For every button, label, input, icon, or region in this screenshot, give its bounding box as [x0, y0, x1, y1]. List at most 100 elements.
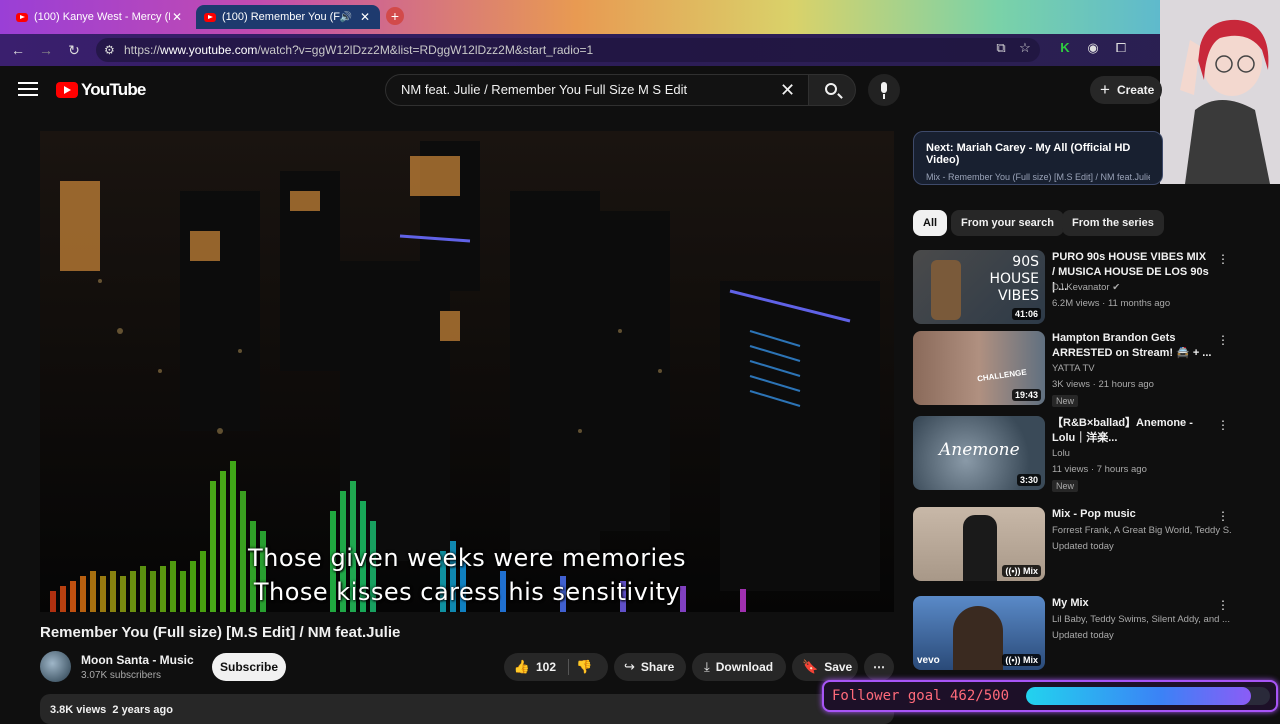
thumbnail-text: 90S HOUSE VIBES	[989, 254, 1039, 304]
bookmark-star-icon[interactable]: ☆	[1016, 40, 1034, 56]
browser-tab-kanye[interactable]: (100) Kanye West - Mercy (Expli ✕	[8, 5, 192, 29]
channel-name[interactable]: YATTA TV	[1052, 363, 1232, 374]
thumbs-down-icon: 👎	[576, 659, 593, 674]
forward-icon[interactable]: →	[36, 40, 56, 60]
recommendation-item[interactable]: vevo ((•)) Mix My Mix Lil Baby, Teddy Sw…	[913, 596, 1233, 670]
mix-updated: Updated today	[1052, 541, 1114, 552]
chip-from-the-series[interactable]: From the series	[1062, 210, 1164, 236]
chip-from-your-search[interactable]: From your search	[951, 210, 1064, 236]
like-count: 102	[535, 660, 556, 674]
save-button[interactable]: 🔖 Save	[792, 653, 858, 681]
extension-circle-icon[interactable]: ◉	[1084, 40, 1102, 56]
dislike-button[interactable]: 👎	[576, 653, 592, 681]
share-button[interactable]: ↪ Share	[614, 653, 686, 681]
streamer-avatar-overlay	[1160, 0, 1280, 184]
recommendation-item[interactable]: 90S HOUSE VIBES 41:06 PURO 90s HOUSE VIB…	[913, 250, 1233, 324]
thumbnail-text: Anemone	[939, 440, 1020, 460]
next-in-mix-card[interactable]: Next: Mariah Carey - My All (Official HD…	[913, 131, 1163, 185]
follower-goal-widget: Follower goal 462/500	[822, 680, 1278, 712]
duration-badge: 41:06	[1011, 308, 1041, 320]
video-thumbnail[interactable]: 90S HOUSE VIBES 41:06	[913, 250, 1045, 324]
share-icon: ↪	[624, 659, 635, 674]
video-meta: 11 views · 7 hours ago	[1052, 464, 1147, 475]
next-title: Mariah Carey - My All (Official HD Video…	[926, 142, 1131, 166]
video-player[interactable]: Those given weeks were memories Those ki…	[40, 131, 894, 612]
view-count: 3.8K views	[50, 704, 107, 716]
video-title[interactable]: 【R&B×ballad】Anemone - Lolu｜洋楽...	[1052, 416, 1212, 446]
mix-artists: Lil Baby, Teddy Swims, Silent Addy, and …	[1052, 614, 1230, 625]
youtube-logo[interactable]: YouTube	[56, 80, 146, 100]
lyrics-line-1: Those given weeks were memories	[248, 544, 686, 572]
mix-updated: Updated today	[1052, 630, 1114, 641]
clear-search-icon[interactable]: ✕	[780, 80, 795, 101]
reload-icon[interactable]: ↻	[64, 40, 84, 60]
video-thumbnail[interactable]: Anemone 3:30	[913, 416, 1045, 490]
mix-icon: ((•))	[1005, 566, 1023, 576]
download-button[interactable]: ⤓ Download	[692, 653, 786, 681]
search-input[interactable]: NM feat. Julie / Remember You Full Size …	[385, 74, 809, 106]
video-thumbnail[interactable]: vevo ((•)) Mix	[913, 596, 1045, 670]
like-button[interactable]: 👍 102	[512, 653, 566, 681]
vevo-logo: vevo	[917, 655, 940, 666]
new-badge: New	[1052, 395, 1079, 407]
subscriber-count: 3.07K subscribers	[81, 670, 162, 681]
install-icon[interactable]: ⧉	[992, 40, 1010, 56]
recommendation-item[interactable]: CHALLENGE 19:43 Hampton Brandon Gets ARR…	[913, 331, 1233, 407]
url-host: www.youtube.com	[160, 43, 258, 57]
mix-badge: ((•)) Mix	[1002, 654, 1041, 666]
channel-avatar[interactable]	[40, 651, 71, 682]
browser-tab-remember-you[interactable]: (100) Remember You (Full s 🔊 ✕	[196, 5, 380, 29]
channel-name[interactable]: Moon Santa - Music	[81, 653, 194, 667]
speaker-icon[interactable]: 🔊	[340, 12, 352, 23]
video-title[interactable]: My Mix	[1052, 596, 1212, 611]
like-separator	[568, 659, 569, 675]
browser-tab-strip	[0, 0, 1280, 34]
tab-title: (100) Kanye West - Mercy (Expli	[34, 11, 170, 23]
close-tab-icon[interactable]: ✕	[170, 10, 184, 24]
channel-name[interactable]: Lolu	[1052, 448, 1232, 459]
video-title[interactable]: Mix - Pop music	[1052, 507, 1212, 522]
youtube-wordmark: YouTube	[81, 80, 146, 99]
lyrics-line-2: Those kisses caress his sensitivity	[253, 578, 681, 606]
follower-goal-text: Follower goal 462/500	[832, 688, 1010, 704]
create-button[interactable]: + Create	[1090, 76, 1162, 104]
chip-all[interactable]: All	[913, 210, 948, 236]
channel-name[interactable]: DJ Kevanator ✔	[1052, 282, 1232, 293]
new-tab-button[interactable]: +	[386, 7, 404, 25]
video-thumbnail[interactable]: CHALLENGE 19:43	[913, 331, 1045, 405]
recommendation-item[interactable]: ((•)) Mix Mix - Pop music Forrest Frank,…	[913, 507, 1233, 581]
upload-age: 2 years ago	[112, 704, 173, 716]
download-icon: ⤓	[704, 659, 710, 674]
subscribe-button[interactable]: Subscribe	[212, 653, 286, 681]
url-bar[interactable]: ⚙ https://www.youtube.com/watch?v=ggW12l…	[96, 38, 1040, 62]
search-button[interactable]	[808, 74, 856, 106]
follower-progress-fill	[1026, 687, 1252, 705]
more-vertical-icon[interactable]: ⋮	[1217, 598, 1229, 612]
more-vertical-icon[interactable]: ⋮	[1217, 509, 1229, 523]
next-subtitle: Mix - Remember You (Full size) [M.S Edit…	[926, 172, 1150, 182]
mix-label: Mix	[1022, 566, 1038, 576]
close-tab-icon[interactable]: ✕	[358, 10, 372, 24]
follower-progress-track	[1026, 687, 1270, 705]
more-vertical-icon[interactable]: ⋮	[1217, 333, 1229, 347]
search-icon	[825, 83, 837, 95]
back-icon[interactable]: ←	[8, 40, 28, 60]
extension-k-icon[interactable]: K	[1056, 40, 1074, 55]
more-vertical-icon[interactable]: ⋮	[1217, 418, 1229, 432]
more-vertical-icon[interactable]: ⋮	[1217, 252, 1229, 266]
extensions-puzzle-icon[interactable]: ⧠	[1112, 40, 1130, 56]
voice-search-icon[interactable]	[868, 74, 900, 106]
plus-icon: +	[1100, 80, 1110, 99]
youtube-play-icon	[56, 82, 78, 98]
hamburger-menu-icon[interactable]	[18, 82, 38, 98]
mix-badge: ((•)) Mix	[1002, 565, 1041, 577]
save-label: Save	[824, 660, 853, 674]
video-thumbnail[interactable]: ((•)) Mix	[913, 507, 1045, 581]
more-actions-button[interactable]: ⋯	[864, 653, 894, 681]
recommendation-item[interactable]: Anemone 3:30 【R&B×ballad】Anemone - Lolu｜…	[913, 416, 1233, 492]
video-title[interactable]: Hampton Brandon Gets ARRESTED on Stream!…	[1052, 331, 1212, 361]
site-info-icon[interactable]: ⚙	[104, 43, 115, 57]
thumbnail-text: CHALLENGE	[976, 367, 1028, 384]
thumbs-up-icon: 👍	[513, 659, 530, 674]
youtube-favicon-icon	[204, 12, 216, 22]
